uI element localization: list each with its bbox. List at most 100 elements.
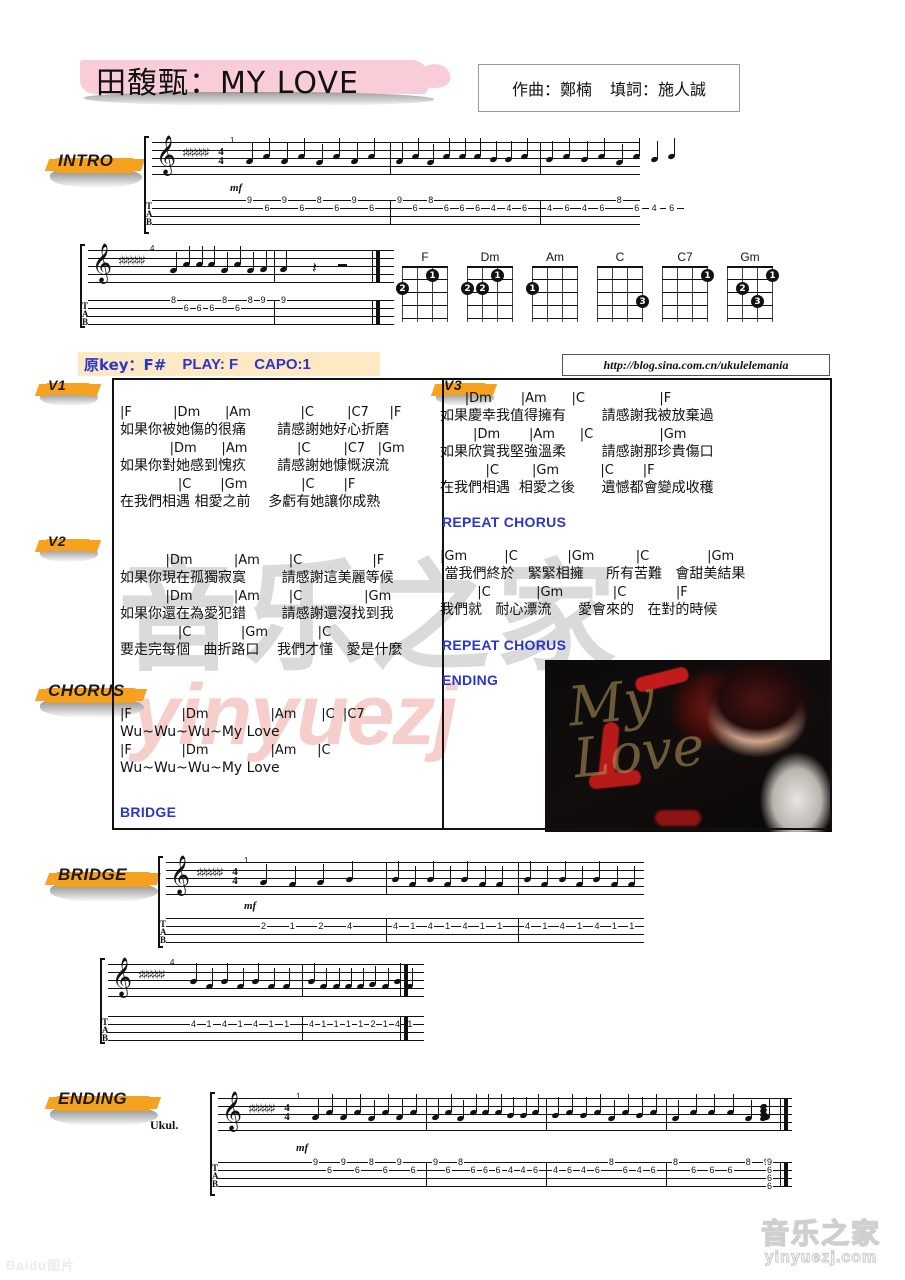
- fretboard-fret: [532, 305, 578, 306]
- tab-connector: [505, 926, 512, 927]
- note-stem: [374, 138, 376, 156]
- tab-fret-number: 8: [427, 195, 435, 205]
- tab-line: [152, 216, 640, 217]
- tab-connector: [326, 926, 345, 927]
- tab-fret-number: 6: [708, 1165, 716, 1175]
- tab-line: [152, 224, 640, 225]
- note-stem: [326, 967, 328, 986]
- fretboard-fret: [597, 292, 643, 293]
- tab-fret-number: 6: [766, 1181, 774, 1191]
- fretboard-fret: [597, 305, 643, 306]
- fretboard-string: [627, 266, 628, 322]
- tab-connector: [487, 926, 495, 927]
- note-stem: [655, 1094, 657, 1112]
- tab-fret-number: 4: [346, 921, 354, 931]
- tab-staff: [166, 918, 644, 950]
- tab-fret-number: 6: [444, 1165, 452, 1175]
- note-stem: [356, 142, 358, 161]
- note-stem: [502, 865, 504, 884]
- chord-line: |F |Dm |Am |C: [120, 743, 331, 758]
- tab-connector: [528, 1170, 530, 1171]
- tab-fret-number: 6: [409, 1165, 417, 1175]
- note-stem: [252, 142, 253, 161]
- key-signature: ♯♯♯♯♯♯: [138, 968, 166, 983]
- fretboard-string: [662, 266, 663, 322]
- chord-diagram: Gm 1 2 3: [725, 250, 779, 322]
- chorus-block: |F |Dm |Am |C |C7 Wu~Wu~Wu~My Love |F |Dm …: [120, 706, 440, 778]
- bridge-lyrics-block: |Gm |C |Gm |C |Gm 當我們終於 緊緊相擁 所有苦難 會甜美結果 …: [440, 548, 825, 620]
- tab-fret-number: 1: [496, 921, 504, 931]
- note-stem: [547, 865, 549, 884]
- ukulele-instrument-label: Ukul.: [150, 1118, 179, 1132]
- note-stem: [176, 252, 177, 270]
- note-stem: [314, 963, 315, 981]
- chord-finger-dot: 1: [701, 269, 714, 282]
- section-badge-label: V3: [444, 377, 463, 393]
- tab-fret-number: 9: [246, 195, 254, 205]
- blog-url-banner[interactable]: http://blog.sina.com.cn/ukulelemania: [562, 354, 830, 376]
- section-badge-intro: INTRO: [48, 151, 142, 192]
- fretboard-fret: [727, 305, 773, 306]
- chord-line: |Dm |Am |C |F: [120, 553, 385, 568]
- tab-connector: [179, 300, 181, 301]
- tab-fret-number: 6: [411, 203, 419, 213]
- chord-diagram-name: Am: [546, 250, 564, 264]
- dynamic-marking: mf: [230, 182, 243, 194]
- note-stem: [484, 865, 486, 884]
- tab-fret-number: 6: [598, 203, 606, 213]
- barline: [546, 1098, 547, 1131]
- tab-connector: [276, 1024, 282, 1025]
- tab-fret-number: 1: [478, 921, 486, 931]
- tab-fret-number: 6: [593, 1165, 601, 1175]
- note-stem: [252, 252, 254, 270]
- staff-line: [88, 250, 394, 251]
- staff-line: [166, 862, 644, 863]
- tab-clef: TAB: [146, 201, 153, 227]
- tab-connector: [567, 926, 575, 927]
- final-barline: [780, 1098, 781, 1131]
- chord-finger-dot: 1: [491, 269, 504, 282]
- ending-label-blue: ENDING: [442, 672, 499, 688]
- note-stem: [242, 967, 244, 986]
- note-stem: [696, 1094, 698, 1112]
- final-barline: [376, 300, 380, 325]
- tab-fret-number: 6: [233, 303, 241, 313]
- tab-clef: TAB: [160, 919, 167, 945]
- tab-fret-number: 6: [208, 303, 216, 313]
- note-stem: [373, 1100, 375, 1118]
- tab-line: [218, 1186, 792, 1187]
- note-stem: [398, 861, 399, 879]
- note-stem: [564, 861, 566, 879]
- tab-fret-number: 9: [280, 295, 288, 305]
- note-stem: [475, 1094, 477, 1112]
- note-stem: [569, 138, 571, 156]
- fretboard-string: [677, 266, 678, 322]
- watermark-baidu: Baidu图片: [6, 1258, 76, 1273]
- tab-connector: [401, 926, 408, 927]
- time-signature: 44: [284, 1102, 290, 1123]
- tab-fret-number: 6: [442, 203, 450, 213]
- note-stem: [616, 865, 618, 884]
- fretboard-string: [597, 266, 598, 322]
- tab-connector: [404, 1162, 408, 1163]
- tab-connector: [491, 1170, 493, 1171]
- tab-fret-number: 4: [552, 1165, 560, 1175]
- note-stem: [227, 963, 229, 981]
- section-badge-v1: V1: [38, 377, 98, 410]
- chord-finger-dot: 2: [736, 282, 749, 295]
- tab-fret-number: 8: [744, 1157, 752, 1167]
- chord-diagram-name: C7: [677, 250, 693, 264]
- note-stem: [634, 865, 636, 884]
- note-stem: [402, 142, 403, 161]
- treble-clef-icon: 𝄞: [112, 957, 133, 997]
- tab-connector: [321, 1162, 324, 1163]
- tab-connector: [530, 208, 535, 209]
- tab-line: [166, 934, 644, 935]
- tab-fret-number: 6: [494, 1165, 502, 1175]
- fretboard-fret: [532, 292, 578, 293]
- tab-fret-number: 4: [635, 1165, 643, 1175]
- time-signature: 44: [232, 866, 238, 887]
- lyric-line: 在我們相遇 相愛之後 遺憾都會變成收穫: [440, 480, 714, 496]
- tab-fret-number: 6: [368, 203, 376, 213]
- note-stem: [258, 963, 260, 981]
